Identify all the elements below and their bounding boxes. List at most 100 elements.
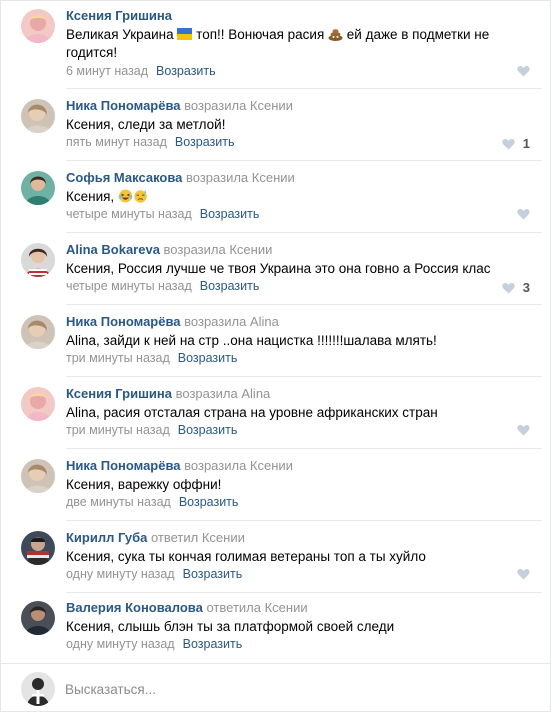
laughing-emoji-icon — [118, 189, 133, 203]
comment-header: Ника Пономарёва возразила Ксении — [66, 98, 293, 113]
reply-button[interactable]: Возразить — [178, 351, 238, 365]
comment-item: Ника Пономарёва возразила Ксении Ксения,… — [1, 89, 550, 161]
comment-time[interactable]: одну минуту назад — [66, 637, 175, 651]
author-name[interactable]: Кирилл Губа — [66, 530, 147, 545]
reply-button[interactable]: Возразить — [200, 279, 260, 293]
like-count: 3 — [522, 280, 530, 295]
reply-button[interactable]: Возразить — [183, 637, 243, 651]
reply-button[interactable]: Возразить — [183, 567, 243, 581]
comment-meta: одну минуту назад Возразить — [66, 637, 242, 651]
heart-icon — [517, 424, 530, 436]
comment-text: Ксения, слышь блэн ты за платформой свое… — [66, 619, 395, 634]
comment-text: Великая Украина топ!! Вонючая расия ей д… — [66, 27, 490, 60]
comment-time[interactable]: четыре минуты назад — [66, 207, 192, 221]
comment-header: Ксения Гришина — [66, 8, 172, 23]
like-button[interactable]: 3 — [502, 280, 530, 295]
comment-meta: четыре минуты назад Возразить — [66, 207, 259, 221]
comment-item: Валерия Коновалова ответила Ксении Ксени… — [1, 593, 550, 663]
heart-icon — [517, 65, 530, 77]
reply-button[interactable]: Возразить — [178, 423, 238, 437]
avatar[interactable] — [21, 315, 55, 349]
avatar[interactable] — [21, 171, 55, 205]
comment-text: Alina, зайди к ней на стр ..она нацистка… — [66, 333, 437, 348]
current-user-avatar[interactable] — [21, 672, 55, 706]
reply-target[interactable]: Ксении — [198, 530, 245, 545]
author-name[interactable]: Alina Bokareva — [66, 242, 160, 257]
avatar[interactable] — [21, 243, 55, 277]
comment-header: Валерия Коновалова ответила Ксении — [66, 600, 308, 615]
comment-time[interactable]: одну минуту назад — [66, 567, 175, 581]
comment-text: Ксения, следи за метлой! — [66, 117, 226, 132]
comment-input[interactable] — [65, 678, 525, 700]
avatar[interactable] — [21, 601, 55, 635]
heart-icon — [517, 568, 530, 580]
like-button[interactable] — [517, 424, 530, 436]
like-button[interactable] — [517, 208, 530, 220]
avatar[interactable] — [21, 531, 55, 565]
comment-text: Ксения, Россия лучше че твоя Украина это… — [66, 261, 491, 276]
reply-button[interactable]: Возразить — [175, 135, 235, 149]
comment-header: Кирилл Губа ответил Ксении — [66, 530, 245, 545]
author-name[interactable]: Ника Пономарёва — [66, 98, 181, 113]
comment-item: Ксения Гришина возразила Alina Alina, ра… — [1, 377, 550, 449]
comments-panel: Ксения Гришина Великая Украина топ!! Вон… — [0, 0, 551, 712]
author-name[interactable]: Софья Максакова — [66, 170, 182, 185]
heart-icon — [502, 138, 515, 149]
reply-button[interactable]: Возразить — [200, 207, 260, 221]
author-name[interactable]: Валерия Коновалова — [66, 600, 203, 615]
comment-text: Alina, расия отсталая страна на уровне а… — [66, 405, 438, 420]
comment-time[interactable]: три минуты назад — [66, 423, 170, 437]
author-name[interactable]: Ксения Гришина — [66, 386, 172, 401]
comment-composer — [1, 663, 550, 712]
comment-item: Alina Bokareva возразила Ксении Ксения, … — [1, 233, 550, 305]
reply-target[interactable]: Alina — [238, 386, 270, 401]
ukraine-flag-icon — [177, 28, 193, 40]
reply-target[interactable]: Ксении — [261, 600, 308, 615]
comment-item: Ксения Гришина Великая Украина топ!! Вон… — [1, 1, 550, 89]
comment-header: Alina Bokareva возразила Ксении — [66, 242, 273, 257]
comment-meta: пять минут назад Возразить — [66, 135, 234, 149]
comment-header: Ника Пономарёва возразила Ксении — [66, 458, 293, 473]
comment-text: Ксения, сука ты кончая голимая ветераны … — [66, 549, 426, 564]
comment-time[interactable]: четыре минуты назад — [66, 279, 192, 293]
reply-target[interactable]: Ксении — [248, 170, 295, 185]
like-button[interactable] — [517, 65, 530, 77]
comment-time[interactable]: 6 минут назад — [66, 64, 148, 78]
author-name[interactable]: Ника Пономарёва — [66, 314, 181, 329]
comment-meta: четыре минуты назад Возразить — [66, 279, 259, 293]
heart-icon — [502, 282, 515, 293]
comment-meta: три минуты назад Возразить — [66, 423, 237, 437]
comment-header: Софья Максакова возразила Ксении — [66, 170, 295, 185]
poop-emoji-icon — [328, 29, 343, 41]
avatar[interactable] — [21, 9, 55, 43]
comment-meta: две минуты назад Возразить — [66, 495, 238, 509]
comment-meta: одну минуту назад Возразить — [66, 567, 242, 581]
heart-icon — [517, 208, 530, 220]
comment-time[interactable]: пять минут назад — [66, 135, 167, 149]
like-button[interactable]: 1 — [502, 136, 530, 151]
avatar[interactable] — [21, 387, 55, 421]
author-name[interactable]: Ксения Гришина — [66, 8, 172, 23]
reply-target[interactable]: Ксении — [246, 98, 293, 113]
comment-meta: 6 минут назад Возразить — [66, 64, 216, 78]
avatar[interactable] — [21, 99, 55, 133]
comment-header: Ксения Гришина возразила Alina — [66, 386, 271, 401]
comment-header: Ника Пономарёва возразила Alina — [66, 314, 279, 329]
reply-button[interactable]: Возразить — [179, 495, 239, 509]
author-name[interactable]: Ника Пономарёва — [66, 458, 181, 473]
sweat-emoji-icon — [134, 190, 147, 203]
comment-text: Ксения, — [66, 188, 510, 206]
avatar[interactable] — [21, 459, 55, 493]
comment-item: Кирилл Губа ответил Ксении Ксения, сука … — [1, 521, 550, 593]
comment-meta: три минуты назад Возразить — [66, 351, 237, 365]
comment-time[interactable]: две минуты назад — [66, 495, 171, 509]
comment-item: Ника Пономарёва возразила Alina Alina, з… — [1, 305, 550, 377]
reply-button[interactable]: Возразить — [156, 64, 216, 78]
comment-item: Ника Пономарёва возразила Ксении Ксения,… — [1, 449, 550, 521]
reply-target[interactable]: Ксении — [226, 242, 272, 257]
comment-item: Софья Максакова возразила Ксении Ксения,… — [1, 161, 550, 233]
reply-target[interactable]: Alina — [246, 314, 279, 329]
reply-target[interactable]: Ксении — [246, 458, 293, 473]
comment-time[interactable]: три минуты назад — [66, 351, 170, 365]
like-button[interactable] — [517, 568, 530, 580]
